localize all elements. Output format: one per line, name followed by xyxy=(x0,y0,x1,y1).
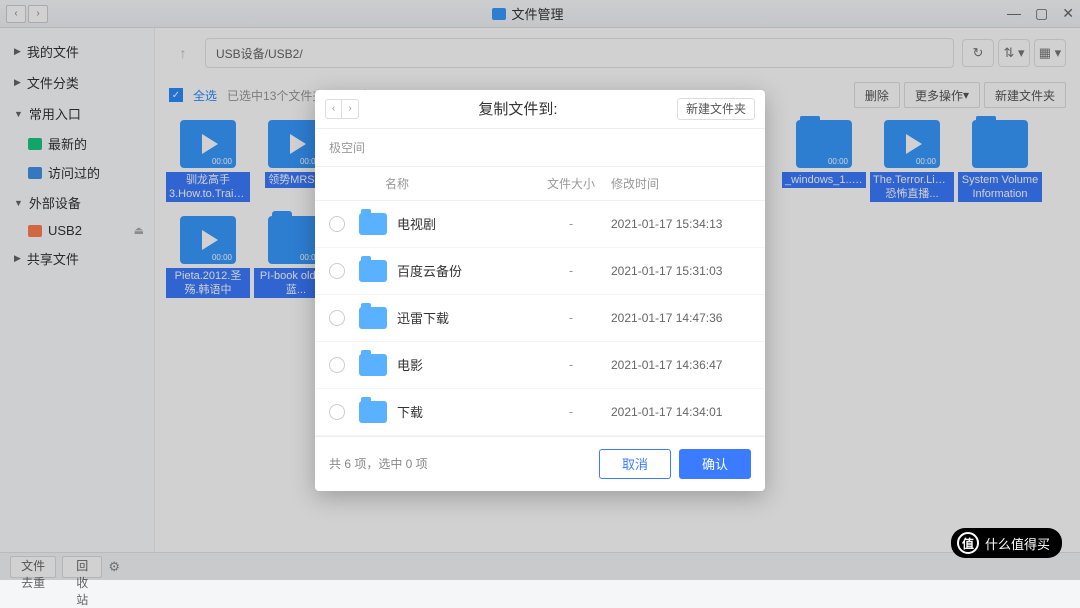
folder-row[interactable]: 百度云备份-2021-01-17 15:31:03 xyxy=(315,248,765,295)
radio-button[interactable] xyxy=(329,263,345,279)
folder-time: 2021-01-17 15:31:03 xyxy=(611,264,751,278)
dialog-nav: ‹ › xyxy=(325,99,359,119)
folder-time: 2021-01-17 14:47:36 xyxy=(611,311,751,325)
folder-row[interactable]: 电视剧-2021-01-17 15:34:13 xyxy=(315,201,765,248)
dialog-forward-button[interactable]: › xyxy=(342,100,358,118)
dialog-back-button[interactable]: ‹ xyxy=(326,100,342,118)
radio-button[interactable] xyxy=(329,357,345,373)
folder-icon xyxy=(359,354,387,376)
folder-time: 2021-01-17 14:34:01 xyxy=(611,405,751,419)
folder-size: - xyxy=(531,263,611,278)
folder-name: 迅雷下载 xyxy=(397,308,531,327)
radio-button[interactable] xyxy=(329,404,345,420)
folder-time: 2021-01-17 15:34:13 xyxy=(611,217,751,231)
dialog-columns: 名称 文件大小 修改时间 xyxy=(315,167,765,201)
folder-row[interactable]: 下载-2021-01-17 14:34:01 xyxy=(315,389,765,436)
folder-name: 电影 xyxy=(397,355,531,374)
folder-icon xyxy=(359,401,387,423)
watermark: 值 什么值得买 xyxy=(951,528,1062,558)
folder-row[interactable]: 电影-2021-01-17 14:36:47 xyxy=(315,342,765,389)
copy-dialog: ‹ › 复制文件到: 新建文件夹 极空间 名称 文件大小 修改时间 电视剧-20… xyxy=(315,90,765,491)
cancel-button[interactable]: 取消 xyxy=(599,449,671,479)
dialog-breadcrumb[interactable]: 极空间 xyxy=(315,129,765,167)
watermark-icon: 值 xyxy=(957,532,979,554)
dialog-status: 共 6 项，选中 0 项 xyxy=(329,455,428,472)
dialog-new-folder-button[interactable]: 新建文件夹 xyxy=(677,98,755,120)
folder-name: 电视剧 xyxy=(397,214,531,233)
confirm-button[interactable]: 确认 xyxy=(679,449,751,479)
folder-icon xyxy=(359,260,387,282)
folder-size: - xyxy=(531,216,611,231)
radio-button[interactable] xyxy=(329,310,345,326)
folder-size: - xyxy=(531,404,611,419)
folder-size: - xyxy=(531,310,611,325)
folder-row[interactable]: 迅雷下载-2021-01-17 14:47:36 xyxy=(315,295,765,342)
radio-button[interactable] xyxy=(329,216,345,232)
folder-icon xyxy=(359,307,387,329)
folder-size: - xyxy=(531,357,611,372)
folder-icon xyxy=(359,213,387,235)
folder-name: 百度云备份 xyxy=(397,261,531,280)
folder-time: 2021-01-17 14:36:47 xyxy=(611,358,751,372)
folder-name: 下载 xyxy=(397,402,531,421)
modal-overlay: ‹ › 复制文件到: 新建文件夹 极空间 名称 文件大小 修改时间 电视剧-20… xyxy=(0,0,1080,580)
dialog-title: 复制文件到: xyxy=(359,98,677,119)
